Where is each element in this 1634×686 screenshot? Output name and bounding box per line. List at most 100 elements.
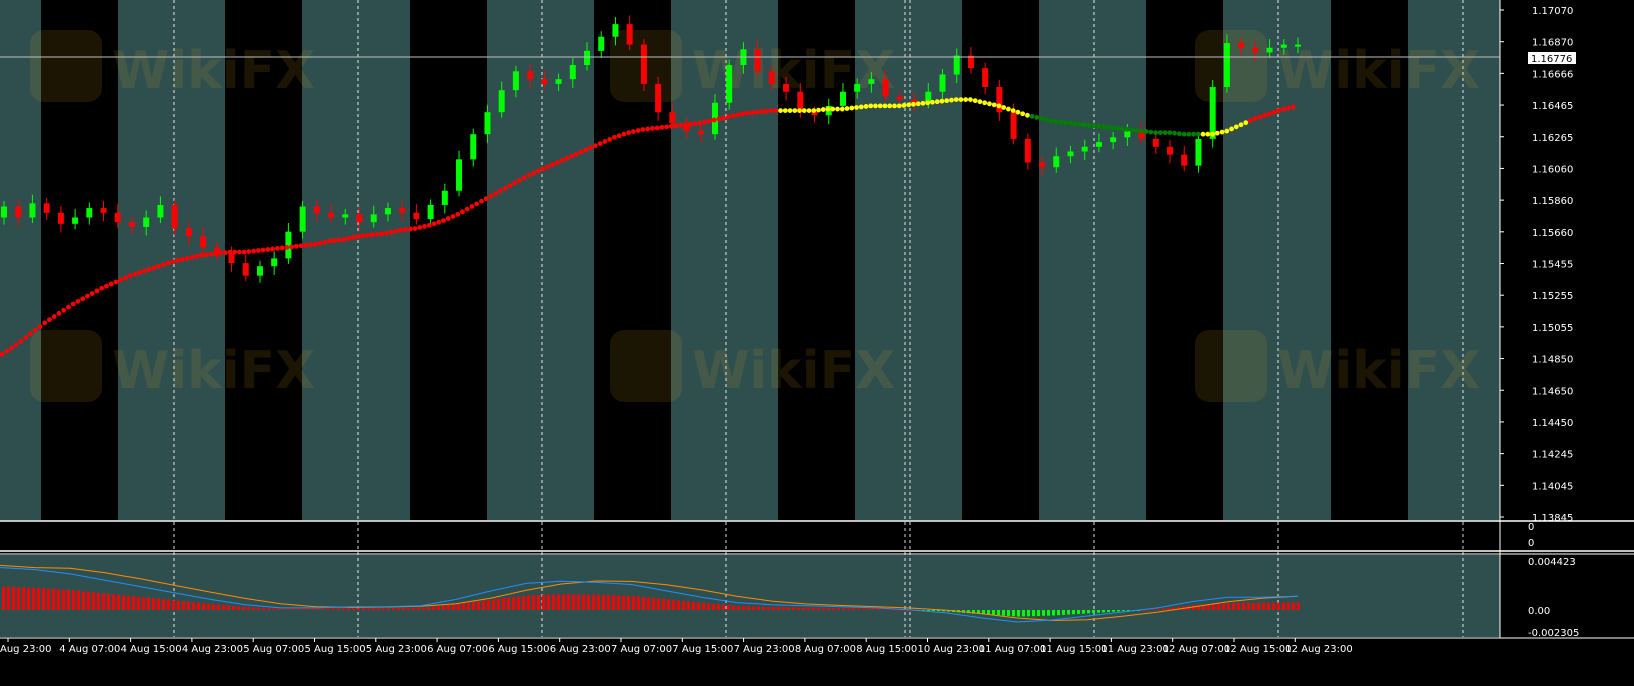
- candle-body: [1081, 146, 1088, 152]
- price-tick-label: 1.14450: [1532, 418, 1573, 429]
- ma-dot: [763, 108, 769, 114]
- ma-dot: [1119, 126, 1125, 132]
- ma-dot: [28, 331, 33, 337]
- ma-dot: [977, 99, 983, 105]
- ma-dot: [1081, 122, 1087, 128]
- ma-dot: [241, 249, 247, 255]
- macd-histogram-bar: [1237, 602, 1240, 610]
- macd-histogram-bar: [712, 603, 715, 610]
- ma-dot: [540, 166, 546, 172]
- candle-body: [200, 236, 207, 248]
- ma-dot: [1124, 127, 1130, 132]
- macd-histogram-bar: [1027, 610, 1030, 617]
- macd-histogram-bar: [1157, 608, 1160, 610]
- macd-histogram-bar: [222, 605, 225, 610]
- ma-dot: [61, 307, 67, 313]
- ma-dot: [911, 101, 916, 107]
- ma-dot: [108, 281, 114, 287]
- candle-body: [185, 228, 192, 237]
- macd-histogram-bar: [1012, 610, 1015, 617]
- macd-histogram-bar: [447, 605, 450, 610]
- candle-body: [783, 83, 790, 92]
- macd-histogram-bar: [932, 610, 935, 611]
- watermark-logo: [1195, 330, 1267, 402]
- ma-dot: [1110, 125, 1116, 131]
- ma-dot: [1001, 105, 1007, 110]
- ma-dot: [23, 335, 29, 340]
- ma-dot: [179, 257, 185, 262]
- ma-dot: [877, 103, 883, 109]
- macd-histogram-bar: [497, 598, 500, 610]
- price-axis: 1.17070 1.16870 1.16666 1.16465 1.16265 1.160…: [1500, 6, 1579, 639]
- candle-body: [1238, 43, 1245, 48]
- ma-dot: [759, 109, 764, 115]
- ma-dot: [298, 243, 304, 249]
- ma-dot: [236, 249, 242, 255]
- ma-dot: [70, 301, 76, 307]
- ma-dot: [735, 112, 741, 118]
- trading-chart[interactable]: WikiFX WikiFX WikiFX WikiFX WikiFX WikiFX 1.1…: [0, 0, 1634, 686]
- macd-histogram-bar: [1007, 610, 1010, 616]
- macd-histogram-bar: [307, 608, 310, 610]
- macd-histogram-bar: [742, 606, 745, 610]
- candle-body: [441, 190, 448, 205]
- candle-body: [1209, 87, 1216, 139]
- ma-dot: [858, 104, 864, 110]
- candle-body: [128, 222, 135, 227]
- macd-histogram-bar: [327, 608, 330, 610]
- macd-histogram-bar: [1022, 610, 1025, 617]
- macd-histogram-bar: [417, 607, 420, 610]
- macd-histogram-bar: [887, 609, 890, 611]
- candle-body: [271, 258, 278, 267]
- ma-dot: [564, 155, 570, 161]
- ma-dot: [1015, 109, 1021, 115]
- candle-body: [114, 212, 121, 223]
- ma-dot: [953, 97, 959, 103]
- price-tick-label: 1.15055: [1532, 323, 1573, 334]
- macd-histogram-bar: [67, 589, 70, 610]
- macd-histogram-bar: [187, 601, 190, 610]
- macd-histogram-bar: [232, 605, 235, 610]
- ma-dot: [479, 198, 484, 204]
- ma-dot: [1243, 120, 1249, 126]
- ma-dot: [1219, 129, 1225, 135]
- ma-dot: [322, 239, 328, 245]
- ma-dot: [142, 268, 147, 274]
- macd-histogram-bar: [737, 605, 740, 610]
- ma-dot: [422, 224, 427, 229]
- macd-histogram-bar: [1047, 610, 1050, 616]
- ma-dot: [1281, 106, 1287, 112]
- ma-dot: [507, 183, 513, 188]
- macd-background: [0, 555, 1500, 637]
- macd-histogram-bar: [637, 596, 640, 610]
- ma-dot: [649, 126, 655, 131]
- dark-band-5: [962, 0, 1039, 520]
- macd-histogram-bar: [302, 608, 305, 610]
- ma-dot: [1096, 123, 1102, 129]
- price-tick-label: 1.16465: [1532, 101, 1573, 112]
- ma-dot: [1025, 112, 1030, 118]
- macd-histogram-bar: [182, 601, 185, 610]
- ma-dot: [317, 240, 323, 246]
- ma-dot: [469, 204, 475, 209]
- ma-dot: [654, 125, 660, 131]
- macd-histogram-bar: [57, 589, 60, 610]
- ma-dot: [1138, 128, 1144, 134]
- macd-histogram-bar: [777, 607, 780, 610]
- ma-dot: [626, 130, 632, 136]
- watermark-logo: [30, 330, 102, 402]
- candle-body: [1295, 44, 1301, 47]
- candle-body: [299, 206, 306, 232]
- macd-histogram-bar: [542, 594, 545, 610]
- macd-histogram-bar: [592, 594, 595, 610]
- candle-body: [1053, 156, 1060, 168]
- ma-dot: [659, 124, 665, 130]
- ma-dot: [217, 250, 223, 256]
- time-tick-label: 6 Aug 15:00: [488, 644, 549, 655]
- ma-dot: [94, 288, 100, 294]
- ma-dot: [550, 162, 556, 167]
- macd-histogram-bar: [367, 608, 370, 610]
- ma-dot: [934, 99, 940, 105]
- macd-histogram-bar: [517, 596, 520, 610]
- ma-dot: [260, 247, 266, 253]
